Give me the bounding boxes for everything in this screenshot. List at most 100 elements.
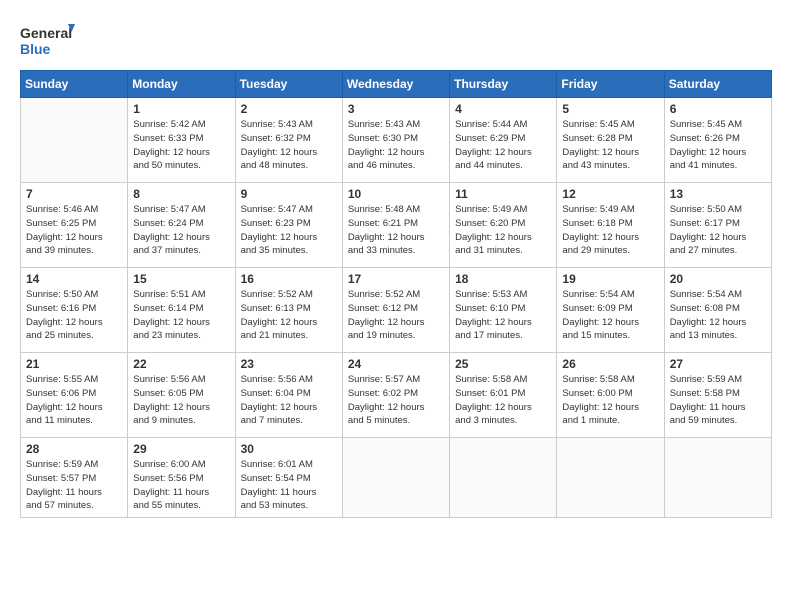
- calendar-cell: 30 Sunrise: 6:01 AM Sunset: 5:54 PM Dayli…: [235, 438, 342, 518]
- day-info: Sunrise: 5:47 AM Sunset: 6:24 PM Dayligh…: [133, 203, 229, 258]
- calendar-body: 1Sunrise: 5:42 AM Sunset: 6:33 PM Daylig…: [21, 98, 772, 518]
- calendar-cell: [664, 438, 771, 518]
- day-info: Sunrise: 5:58 AM Sunset: 6:01 PM Dayligh…: [455, 373, 551, 428]
- calendar-cell: 14 Sunrise: 5:50 AM Sunset: 6:16 PM Dayli…: [21, 268, 128, 353]
- weekday-thursday: Thursday: [450, 71, 557, 98]
- calendar-cell: 8 Sunrise: 5:47 AM Sunset: 6:24 PM Daylig…: [128, 183, 235, 268]
- weekday-friday: Friday: [557, 71, 664, 98]
- svg-text:Blue: Blue: [20, 41, 51, 57]
- day-number: 26: [562, 357, 658, 371]
- day-info: Sunrise: 5:59 AM Sunset: 5:58 PM Dayligh…: [670, 373, 766, 428]
- calendar-cell: [557, 438, 664, 518]
- day-info: Sunrise: 6:01 AM Sunset: 5:54 PM Dayligh…: [241, 458, 337, 513]
- calendar-cell: 28 Sunrise: 5:59 AM Sunset: 5:57 PM Dayli…: [21, 438, 128, 518]
- calendar-cell: 23Sunrise: 5:56 AM Sunset: 6:04 PM Dayli…: [235, 353, 342, 438]
- weekday-monday: Monday: [128, 71, 235, 98]
- weekday-tuesday: Tuesday: [235, 71, 342, 98]
- calendar-cell: 25 Sunrise: 5:58 AM Sunset: 6:01 PM Dayli…: [450, 353, 557, 438]
- day-number: 19: [562, 272, 658, 286]
- calendar-cell: 20 Sunrise: 5:54 AM Sunset: 6:08 PM Dayli…: [664, 268, 771, 353]
- calendar-cell: 5 Sunrise: 5:45 AM Sunset: 6:28 PM Daylig…: [557, 98, 664, 183]
- logo: General Blue: [20, 20, 75, 60]
- day-info: Sunrise: 5:45 AM Sunset: 6:26 PM Dayligh…: [670, 118, 766, 173]
- day-number: 8: [133, 187, 229, 201]
- day-number: 27: [670, 357, 766, 371]
- day-number: 12: [562, 187, 658, 201]
- calendar-cell: 16Sunrise: 5:52 AM Sunset: 6:13 PM Dayli…: [235, 268, 342, 353]
- week-row-3: 14 Sunrise: 5:50 AM Sunset: 6:16 PM Dayli…: [21, 268, 772, 353]
- week-row-5: 28 Sunrise: 5:59 AM Sunset: 5:57 PM Dayli…: [21, 438, 772, 518]
- calendar-cell: 2Sunrise: 5:43 AM Sunset: 6:32 PM Daylig…: [235, 98, 342, 183]
- day-number: 30: [241, 442, 337, 456]
- day-info: Sunrise: 5:47 AM Sunset: 6:23 PM Dayligh…: [241, 203, 337, 258]
- day-number: 17: [348, 272, 444, 286]
- day-number: 20: [670, 272, 766, 286]
- calendar-cell: 22 Sunrise: 5:56 AM Sunset: 6:05 PM Dayli…: [128, 353, 235, 438]
- day-info: Sunrise: 5:44 AM Sunset: 6:29 PM Dayligh…: [455, 118, 551, 173]
- calendar-cell: 18Sunrise: 5:53 AM Sunset: 6:10 PM Dayli…: [450, 268, 557, 353]
- day-number: 4: [455, 102, 551, 116]
- calendar-cell: 6 Sunrise: 5:45 AM Sunset: 6:26 PM Daylig…: [664, 98, 771, 183]
- day-number: 25: [455, 357, 551, 371]
- day-number: 14: [26, 272, 122, 286]
- calendar-cell: 15 Sunrise: 5:51 AM Sunset: 6:14 PM Dayli…: [128, 268, 235, 353]
- day-info: Sunrise: 5:50 AM Sunset: 6:16 PM Dayligh…: [26, 288, 122, 343]
- day-number: 1: [133, 102, 229, 116]
- day-info: Sunrise: 5:43 AM Sunset: 6:30 PM Dayligh…: [348, 118, 444, 173]
- day-number: 29: [133, 442, 229, 456]
- day-number: 15: [133, 272, 229, 286]
- day-info: Sunrise: 5:54 AM Sunset: 6:08 PM Dayligh…: [670, 288, 766, 343]
- calendar-table: SundayMondayTuesdayWednesdayThursdayFrid…: [20, 70, 772, 518]
- svg-text:General: General: [20, 25, 72, 41]
- calendar-cell: 11 Sunrise: 5:49 AM Sunset: 6:20 PM Dayli…: [450, 183, 557, 268]
- day-number: 6: [670, 102, 766, 116]
- day-info: Sunrise: 5:50 AM Sunset: 6:17 PM Dayligh…: [670, 203, 766, 258]
- weekday-sunday: Sunday: [21, 71, 128, 98]
- week-row-4: 21Sunrise: 5:55 AM Sunset: 6:06 PM Dayli…: [21, 353, 772, 438]
- calendar-cell: 10 Sunrise: 5:48 AM Sunset: 6:21 PM Dayli…: [342, 183, 449, 268]
- day-info: Sunrise: 5:45 AM Sunset: 6:28 PM Dayligh…: [562, 118, 658, 173]
- day-number: 28: [26, 442, 122, 456]
- day-number: 11: [455, 187, 551, 201]
- header: General Blue: [20, 20, 772, 60]
- day-info: Sunrise: 5:56 AM Sunset: 6:04 PM Dayligh…: [241, 373, 337, 428]
- day-info: Sunrise: 5:49 AM Sunset: 6:18 PM Dayligh…: [562, 203, 658, 258]
- day-number: 24: [348, 357, 444, 371]
- day-info: Sunrise: 5:56 AM Sunset: 6:05 PM Dayligh…: [133, 373, 229, 428]
- day-number: 21: [26, 357, 122, 371]
- calendar-cell: [21, 98, 128, 183]
- logo-svg: General Blue: [20, 20, 75, 60]
- day-info: Sunrise: 5:49 AM Sunset: 6:20 PM Dayligh…: [455, 203, 551, 258]
- calendar-cell: 9 Sunrise: 5:47 AM Sunset: 6:23 PM Daylig…: [235, 183, 342, 268]
- calendar-cell: [450, 438, 557, 518]
- calendar-cell: 29Sunrise: 6:00 AM Sunset: 5:56 PM Dayli…: [128, 438, 235, 518]
- day-info: Sunrise: 5:51 AM Sunset: 6:14 PM Dayligh…: [133, 288, 229, 343]
- calendar-cell: 26 Sunrise: 5:58 AM Sunset: 6:00 PM Dayli…: [557, 353, 664, 438]
- weekday-saturday: Saturday: [664, 71, 771, 98]
- day-info: Sunrise: 5:58 AM Sunset: 6:00 PM Dayligh…: [562, 373, 658, 428]
- day-number: 22: [133, 357, 229, 371]
- day-number: 10: [348, 187, 444, 201]
- day-info: Sunrise: 5:54 AM Sunset: 6:09 PM Dayligh…: [562, 288, 658, 343]
- calendar-cell: 1Sunrise: 5:42 AM Sunset: 6:33 PM Daylig…: [128, 98, 235, 183]
- calendar-cell: 19 Sunrise: 5:54 AM Sunset: 6:09 PM Dayli…: [557, 268, 664, 353]
- day-number: 5: [562, 102, 658, 116]
- calendar-cell: 4 Sunrise: 5:44 AM Sunset: 6:29 PM Daylig…: [450, 98, 557, 183]
- day-info: Sunrise: 5:48 AM Sunset: 6:21 PM Dayligh…: [348, 203, 444, 258]
- day-number: 3: [348, 102, 444, 116]
- calendar-cell: 13 Sunrise: 5:50 AM Sunset: 6:17 PM Dayli…: [664, 183, 771, 268]
- calendar-cell: 7Sunrise: 5:46 AM Sunset: 6:25 PM Daylig…: [21, 183, 128, 268]
- calendar-cell: 21Sunrise: 5:55 AM Sunset: 6:06 PM Dayli…: [21, 353, 128, 438]
- week-row-2: 7Sunrise: 5:46 AM Sunset: 6:25 PM Daylig…: [21, 183, 772, 268]
- day-info: Sunrise: 5:43 AM Sunset: 6:32 PM Dayligh…: [241, 118, 337, 173]
- weekday-header-row: SundayMondayTuesdayWednesdayThursdayFrid…: [21, 71, 772, 98]
- calendar-cell: 12 Sunrise: 5:49 AM Sunset: 6:18 PM Dayli…: [557, 183, 664, 268]
- day-number: 9: [241, 187, 337, 201]
- day-info: Sunrise: 5:53 AM Sunset: 6:10 PM Dayligh…: [455, 288, 551, 343]
- day-number: 13: [670, 187, 766, 201]
- day-info: Sunrise: 5:52 AM Sunset: 6:13 PM Dayligh…: [241, 288, 337, 343]
- calendar-cell: 27 Sunrise: 5:59 AM Sunset: 5:58 PM Dayli…: [664, 353, 771, 438]
- day-info: Sunrise: 5:59 AM Sunset: 5:57 PM Dayligh…: [26, 458, 122, 513]
- day-info: Sunrise: 5:52 AM Sunset: 6:12 PM Dayligh…: [348, 288, 444, 343]
- day-info: Sunrise: 5:46 AM Sunset: 6:25 PM Dayligh…: [26, 203, 122, 258]
